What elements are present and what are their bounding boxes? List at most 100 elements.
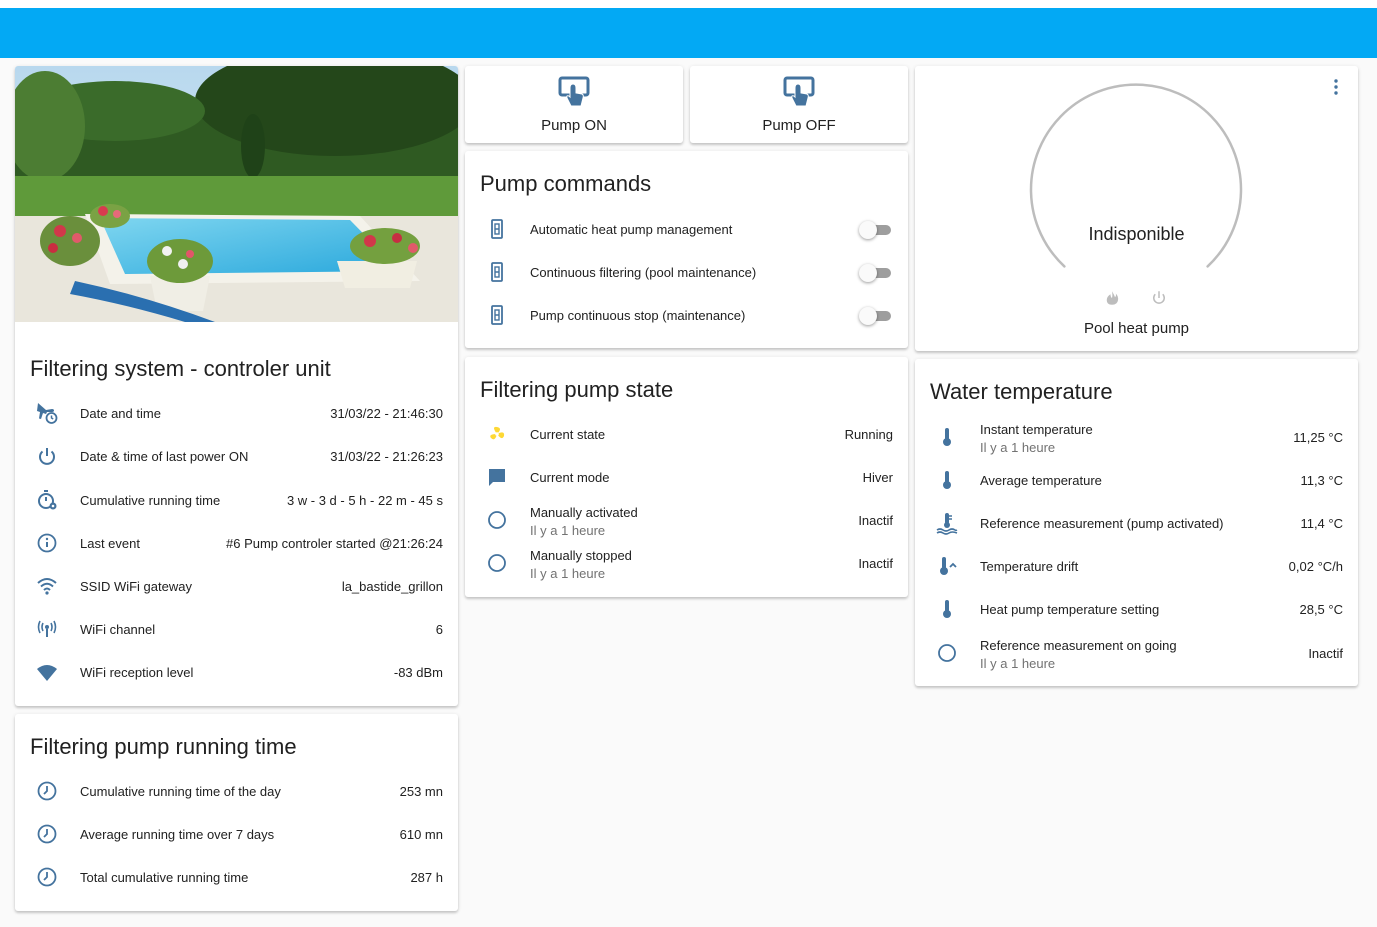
row-runtime-total[interactable]: Total cumulative running time 287 h <box>30 857 443 900</box>
row-value: 31/03/22 - 21:46:30 <box>330 406 443 421</box>
row-reference-ongoing[interactable]: Reference measurement on going Il y a 1 … <box>930 633 1343 676</box>
row-label: SSID WiFi gateway <box>80 579 192 594</box>
running-time-card: Filtering pump running time Cumulative r… <box>15 714 458 911</box>
row-wifi-level[interactable]: WiFi reception level -83 dBm <box>30 652 443 695</box>
row-value: 11,25 °C <box>1293 430 1343 445</box>
thermostat-status: Indisponible <box>1088 224 1185 244</box>
row-current-mode[interactable]: Current mode Hiver <box>480 457 893 500</box>
timer-cog-icon <box>38 490 57 510</box>
continuous-filtering-toggle[interactable] <box>859 264 891 282</box>
dots-vertical-icon[interactable] <box>1324 75 1348 99</box>
card-title: Water temperature <box>930 379 1113 404</box>
row-label: Date and time <box>80 406 161 421</box>
auto-heat-pump-toggle[interactable] <box>859 221 891 239</box>
row-continuous-filtering: Continuous filtering (pool maintenance) <box>480 252 893 295</box>
row-label: Automatic heat pump management <box>530 222 733 237</box>
row-label: Manually stopped <box>530 548 632 563</box>
circle-outline-icon <box>488 511 506 529</box>
row-manually-stopped[interactable]: Manually stopped Il y a 1 heure Inactif <box>480 543 893 586</box>
row-date-time[interactable]: Date and time 31/03/22 - 21:46:30 <box>30 393 443 436</box>
fan-icon <box>490 426 505 440</box>
row-heat-pump-setting[interactable]: Heat pump temperature setting 28,5 °C <box>930 589 1343 632</box>
row-timestamp: Il y a 1 heure <box>530 566 606 581</box>
thermometer-chevron-up-icon <box>940 557 957 575</box>
circle-outline-icon <box>488 554 506 572</box>
row-runtime-day[interactable]: Cumulative running time of the day 253 m… <box>30 771 443 814</box>
row-current-state[interactable]: Current state Running <box>480 414 893 457</box>
continuous-stop-toggle[interactable] <box>859 307 891 325</box>
button-label: Pump ON <box>541 117 607 134</box>
gesture-tap-button-icon <box>783 76 815 107</box>
row-instant-temp[interactable]: Instant temperature Il y a 1 heure 11,25… <box>930 417 1343 460</box>
row-value: 3 w - 3 d - 5 h - 22 m - 45 s <box>286 493 443 508</box>
row-label: Average running time over 7 days <box>80 827 275 842</box>
row-label: Manually activated <box>530 505 638 520</box>
light-switch-icon <box>491 219 503 239</box>
thermometer-icon <box>943 600 951 618</box>
row-wifi-channel[interactable]: WiFi channel 6 <box>30 609 443 652</box>
row-last-power-on[interactable]: Date & time of last power ON 31/03/22 - … <box>30 436 443 479</box>
thermostat-name: Pool heat pump <box>1083 320 1190 337</box>
button-label: Pump OFF <box>762 117 836 134</box>
row-manually-activated[interactable]: Manually activated Il y a 1 heure Inacti… <box>480 500 893 543</box>
row-label: WiFi channel <box>80 622 156 637</box>
row-average-temp[interactable]: Average temperature 11,3 °C <box>930 460 1343 503</box>
clock-icon <box>37 867 57 887</box>
gesture-tap-button-icon <box>558 76 590 107</box>
card-title: Filtering pump running time <box>30 734 297 759</box>
thermostat-card: Indisponible Pool heat pump <box>915 66 1358 351</box>
pump-off-button[interactable]: Pump OFF <box>690 66 908 143</box>
row-label: Date & time of last power ON <box>80 449 249 464</box>
row-timestamp: Il y a 1 heure <box>980 656 1056 671</box>
row-last-event[interactable]: Last event #6 Pump controler started @21… <box>30 523 443 566</box>
card-title: Filtering system - controler unit <box>30 356 331 381</box>
row-label: Current mode <box>530 470 610 485</box>
row-value: -83 dBm <box>393 665 443 680</box>
row-label: Instant temperature <box>980 422 1093 437</box>
pump-commands-card: Pump commands Automatic heat pump manage… <box>465 151 908 348</box>
row-runtime-avg[interactable]: Average running time over 7 days 610 mn <box>30 814 443 857</box>
row-value: 253 mn <box>399 784 443 799</box>
card-title: Pump commands <box>480 171 652 196</box>
controller-unit-card: Filtering system - controler unit Date a… <box>15 66 458 706</box>
app-header <box>0 8 1377 58</box>
row-continuous-stop: Pump continuous stop (maintenance) <box>480 295 893 338</box>
row-value: Hiver <box>862 470 893 485</box>
row-label: Reference measurement on going <box>980 638 1177 653</box>
row-label: Heat pump temperature setting <box>980 602 1160 617</box>
clock-icon <box>37 824 57 844</box>
thermometer-icon <box>943 471 951 489</box>
message-icon <box>489 469 505 486</box>
water-temperature-card: Water temperature Instant temperature Il… <box>915 359 1358 686</box>
row-value: Running <box>844 427 893 442</box>
card-title: Filtering pump state <box>480 377 674 402</box>
pool-photo <box>15 66 458 322</box>
row-cumulative-running[interactable]: Cumulative running time 3 w - 3 d - 5 h … <box>30 480 443 523</box>
light-switch-icon <box>491 262 503 282</box>
row-value: 11,4 °C <box>1300 516 1343 531</box>
row-auto-heat-pump: Automatic heat pump management <box>480 209 893 252</box>
row-value: Inactif <box>1308 646 1343 661</box>
row-timestamp: Il y a 1 heure <box>980 440 1056 455</box>
power-icon[interactable] <box>1150 289 1168 307</box>
pump-on-button[interactable]: Pump ON <box>465 66 683 143</box>
row-label: Temperature drift <box>980 559 1079 574</box>
row-label: Current state <box>530 427 606 442</box>
row-timestamp: Il y a 1 heure <box>530 523 606 538</box>
wifi-icon <box>37 578 57 595</box>
row-value: la_bastide_grillon <box>341 579 443 594</box>
info-icon <box>37 533 57 553</box>
row-ssid[interactable]: SSID WiFi gateway la_bastide_grillon <box>30 566 443 609</box>
row-reference-measurement[interactable]: Reference measurement (pump activated) 1… <box>930 503 1343 546</box>
row-label: WiFi reception level <box>80 665 194 680</box>
light-switch-icon <box>491 305 503 325</box>
row-label: Cumulative running time of the day <box>80 784 281 799</box>
row-temp-drift[interactable]: Temperature drift 0,02 °C/h <box>930 546 1343 589</box>
row-value: 11,3 °C <box>1300 473 1343 488</box>
clock-icon <box>37 781 57 801</box>
fire-icon[interactable] <box>1103 289 1121 307</box>
wifi-strength-icon <box>37 665 57 681</box>
row-label: Last event <box>80 536 140 551</box>
row-value: Inactif <box>858 556 893 571</box>
row-value: #6 Pump controler started @21:26:24 <box>226 536 443 551</box>
